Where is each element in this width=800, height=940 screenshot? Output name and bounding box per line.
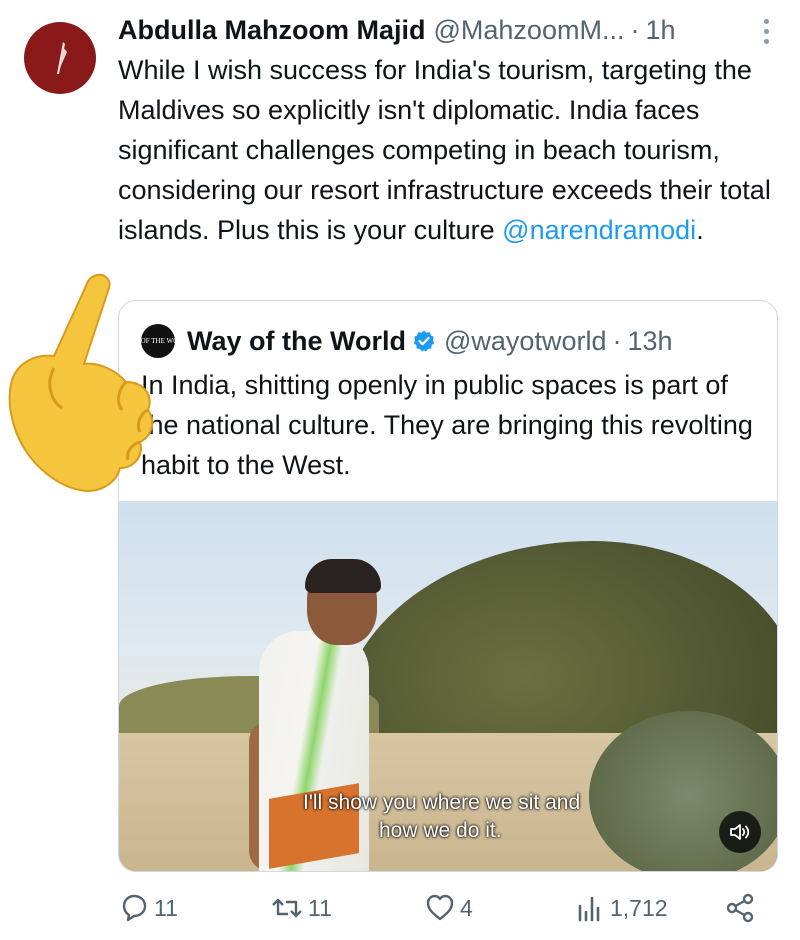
quoted-author-name[interactable]: Way of the World <box>187 326 406 357</box>
repost-icon <box>272 898 302 918</box>
like-count: 4 <box>460 894 473 921</box>
tweet-text: While I wish success for India's tourism… <box>118 50 778 250</box>
reply-button[interactable]: 11 <box>118 892 178 924</box>
reply-icon <box>122 894 147 922</box>
reply-count: 11 <box>154 894 178 921</box>
pointing-hand-icon <box>8 273 154 492</box>
share-icon <box>726 893 754 923</box>
view-count: 1,712 <box>610 894 668 921</box>
more-icon[interactable] <box>754 16 778 46</box>
sound-icon <box>730 824 750 840</box>
quoted-separator: · <box>612 325 622 356</box>
quoted-video[interactable]: I'll show you where we sit and how we do… <box>119 501 777 871</box>
like-button[interactable]: 4 <box>424 892 473 924</box>
quill-icon <box>57 42 67 74</box>
views-button[interactable]: 1,712 <box>574 892 668 924</box>
quoted-author-handle[interactable]: @wayotworld <box>444 326 606 357</box>
tweet-body-end: . <box>696 215 704 245</box>
video-person-hair <box>305 559 381 593</box>
timestamp[interactable]: 1h <box>645 15 675 46</box>
share-button[interactable] <box>724 892 760 924</box>
views-icon <box>578 896 600 922</box>
sound-toggle-button[interactable] <box>719 811 761 853</box>
quoted-tweet-text: In India, shitting openly in public spac… <box>141 370 753 480</box>
repost-count: 11 <box>308 894 332 921</box>
video-subtitle: I'll show you where we sit and <box>303 791 581 814</box>
action-bar: 11 11 4 1,712 <box>118 888 778 932</box>
author-avatar[interactable] <box>24 22 96 94</box>
verified-icon <box>413 330 435 352</box>
tweet-header: Abdulla Mahzoom Majid @MahzoomM... · 1h <box>118 10 778 50</box>
author-handle[interactable]: @MahzoomM... <box>434 15 625 46</box>
quoted-timestamp[interactable]: 13h <box>627 326 672 357</box>
author-name[interactable]: Abdulla Mahzoom Majid <box>118 15 426 46</box>
separator: · <box>630 14 640 45</box>
quoted-tweet-header: WAY OF THE WORLD Way of the World @wayot… <box>124 321 673 361</box>
repost-button[interactable]: 11 <box>270 892 332 924</box>
mention-link[interactable]: @narendramodi <box>502 215 696 245</box>
video-subtitle: how we do it. <box>379 819 502 842</box>
quoted-tweet[interactable]: WAY OF THE WORLD Way of the World @wayot… <box>118 300 778 872</box>
like-icon <box>426 894 454 921</box>
